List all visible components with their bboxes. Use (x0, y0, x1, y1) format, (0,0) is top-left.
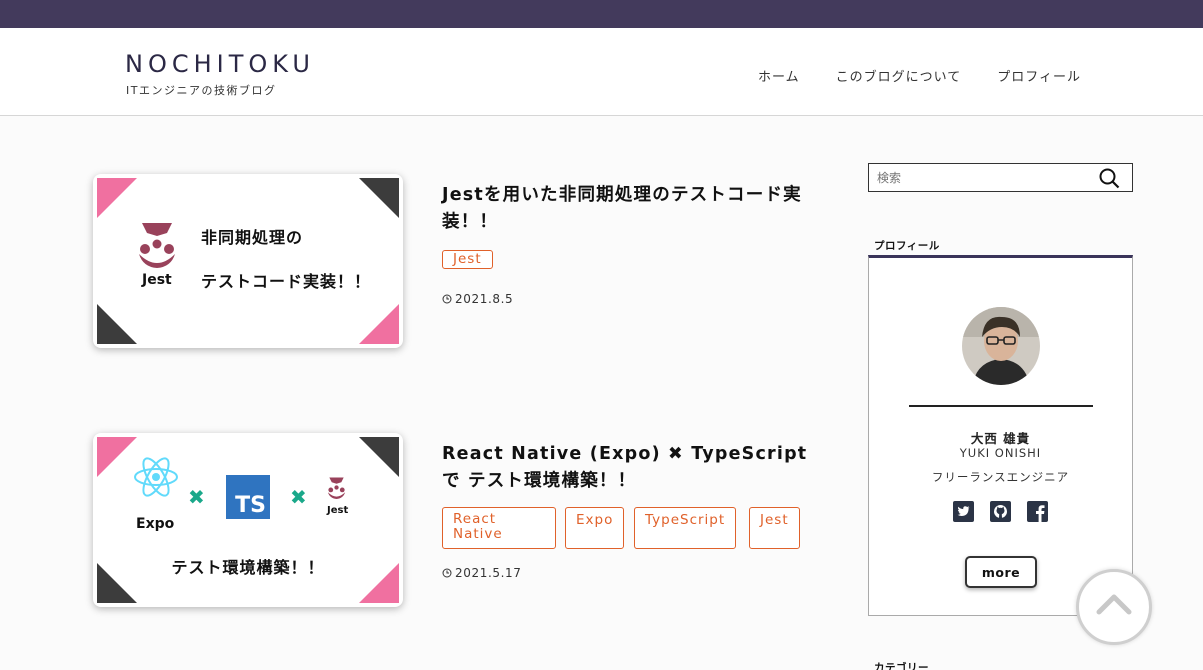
twitter-icon[interactable] (953, 501, 974, 522)
react-logo-icon (134, 457, 178, 497)
profile-role: フリーランスエンジニア (931, 470, 1070, 484)
thumb-caption: テスト環境構築！！ (171, 558, 325, 577)
avatar (962, 307, 1040, 385)
corner-decoration (97, 178, 137, 218)
post-thumbnail[interactable]: Expo ✖ TS ✖ Jest テスト環境構築！！ (93, 433, 403, 607)
site-tagline: ITエンジニアの技術ブログ (126, 84, 277, 97)
nav-item-home[interactable]: ホーム (758, 66, 800, 85)
jest-logo-icon (139, 223, 175, 268)
thumb-heading-line2: テストコード実装！！ (201, 272, 372, 291)
thumb-logo-label: Jest (142, 272, 172, 288)
tag-expo[interactable]: Expo (565, 507, 625, 549)
nav-item-about[interactable]: このブログについて (836, 66, 962, 85)
date-text: 2021.5.17 (455, 566, 522, 580)
site-header: NOCHITOKU ITエンジニアの技術ブログ ホーム このブログについて プロ… (0, 28, 1203, 116)
nav-item-profile[interactable]: プロフィール (997, 66, 1081, 85)
post-date: 2021.8.5 (442, 292, 513, 306)
thumb-heading-line1: 非同期処理の (201, 228, 304, 247)
jest-logo-icon (327, 477, 346, 499)
clock-icon (442, 294, 452, 304)
social-links (869, 501, 1132, 522)
post-title[interactable]: Jestを用いた非同期処理のテストコード実装！！ (442, 182, 812, 236)
top-bar (0, 0, 1203, 28)
ts-logo-text: TS (235, 493, 266, 518)
corner-decoration (359, 304, 399, 344)
tag-jest[interactable]: Jest (442, 250, 493, 269)
main-nav: ホーム このブログについて プロフィール (758, 66, 1081, 85)
chevron-up-icon (1096, 594, 1132, 615)
github-icon[interactable] (990, 501, 1011, 522)
facebook-icon[interactable] (1027, 501, 1048, 522)
thumb-expo-label: Expo (136, 516, 175, 532)
corner-decoration (97, 437, 137, 477)
corner-decoration (359, 178, 399, 218)
date-text: 2021.8.5 (455, 292, 514, 306)
search-icon[interactable] (1099, 168, 1120, 189)
more-button[interactable]: more (965, 556, 1037, 588)
thumb-jest-label: Jest (327, 505, 349, 516)
profile-widget: 大西 雄貴 YUKI ONISHI フリーランスエンジニア more (868, 255, 1133, 616)
thumb-cross-1: ✖ (188, 485, 205, 509)
tag-jest[interactable]: Jest (749, 507, 800, 549)
site-logo[interactable]: NOCHITOKU (125, 50, 315, 78)
clock-icon (442, 568, 452, 578)
category-widget-title: カテゴリー (874, 662, 929, 670)
profile-name-jp: 大西 雄貴 (970, 431, 1031, 446)
post-date: 2021.5.17 (442, 566, 521, 580)
profile-divider (909, 405, 1093, 407)
corner-decoration (359, 437, 399, 477)
post-thumbnail[interactable]: Jest 非同期処理の テストコード実装！！ (93, 174, 403, 348)
post-title[interactable]: React Native (Expo) ✖︎ TypeScriptで テスト環境… (442, 441, 812, 495)
typescript-logo-icon: TS (226, 475, 270, 519)
thumb-cross-2: ✖ (290, 485, 307, 509)
tag-typescript[interactable]: TypeScript (634, 507, 737, 549)
profile-widget-title: プロフィール (874, 240, 940, 252)
scroll-to-top-button[interactable] (1076, 569, 1152, 645)
corner-decoration (97, 304, 137, 344)
profile-name-en: YUKI ONISHI (959, 446, 1042, 460)
tag-react-native[interactable]: React Native (442, 507, 556, 549)
search-input[interactable] (877, 168, 1087, 188)
search-box (868, 163, 1133, 192)
